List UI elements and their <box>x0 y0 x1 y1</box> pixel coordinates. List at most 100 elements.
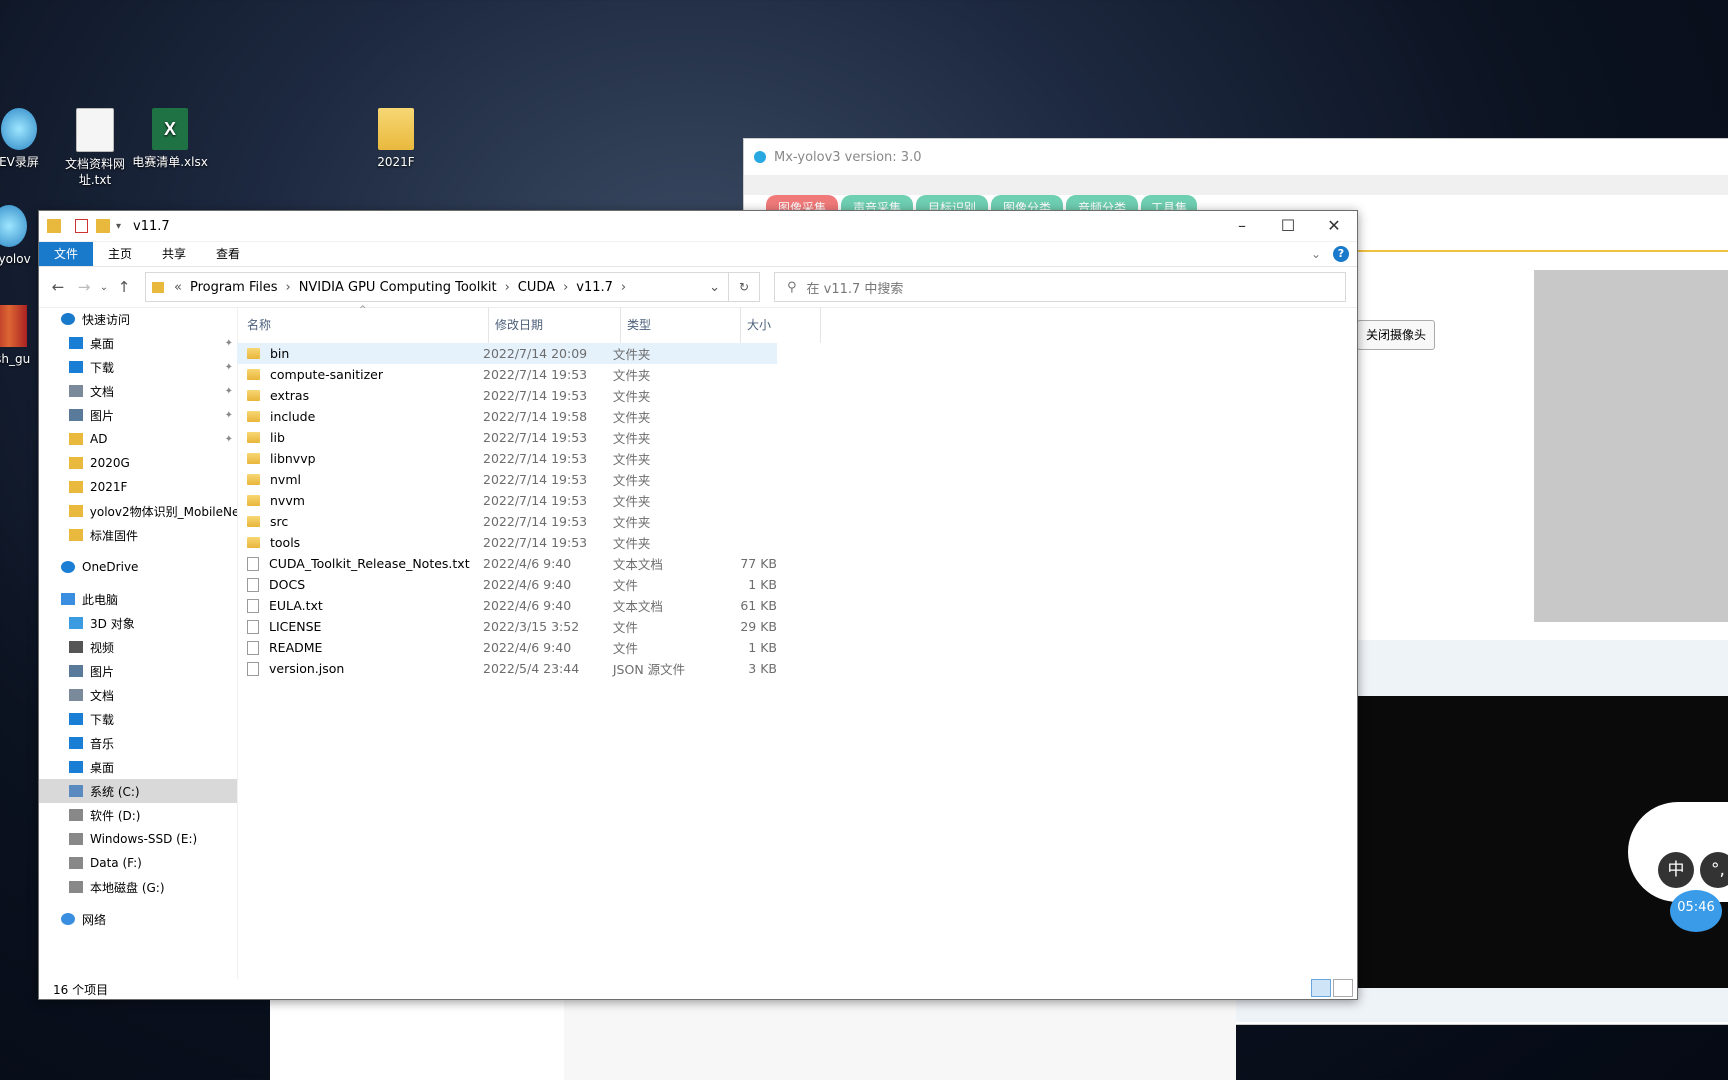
file-row[interactable]: lib 2022/7/14 19:53 文件夹 <box>237 427 777 448</box>
close-camera-button[interactable]: 关闭摄像头 <box>1357 320 1435 350</box>
desktop-icon-folder-2021f[interactable]: 2021F <box>357 108 435 170</box>
column-type[interactable]: 类型 <box>621 307 741 343</box>
nav-item-label: 图片 <box>90 664 115 679</box>
ime-punct-button[interactable]: °, <box>1700 852 1728 888</box>
quick-access-dropdown-icon[interactable]: ▾ <box>116 221 121 232</box>
nav-item[interactable]: 桌面 ✦ <box>39 331 237 355</box>
nav-item[interactable]: Windows-SSD (E:) <box>39 827 237 851</box>
nav-item[interactable]: 图片 <box>39 659 237 683</box>
nav-item[interactable]: 标准固件 <box>39 523 237 547</box>
app-logo-icon <box>754 151 766 163</box>
desktop-icon-txt[interactable]: 文档资料网址.txt <box>56 108 134 188</box>
expand-ribbon-icon[interactable]: ⌄ <box>1311 247 1321 261</box>
file-row[interactable]: bin 2022/7/14 20:09 文件夹 <box>237 343 777 364</box>
file-icon <box>247 598 259 613</box>
file-row[interactable]: CUDA_Toolkit_Release_Notes.txt 2022/4/6 9… <box>237 553 777 574</box>
file-date: 2022/3/15 3:52 <box>483 619 580 634</box>
nav-item[interactable]: AD ✦ <box>39 427 237 451</box>
breadcrumb-cuda[interactable]: CUDA <box>518 280 555 295</box>
overflow-icon[interactable]: « <box>174 280 182 295</box>
search-box[interactable]: ⚲ 在 v11.7 中搜索 <box>774 272 1346 302</box>
file-row[interactable]: nvvm 2022/7/14 19:53 文件夹 <box>237 490 777 511</box>
chevron-right-icon[interactable]: › <box>285 280 290 295</box>
file-explorer-window: ▾ v11.7 – ☐ ✕ 文件 主页 共享 查看 ⌄ ? ← → ⌄ ↑ « … <box>38 210 1358 1000</box>
chevron-right-icon[interactable]: › <box>505 280 510 295</box>
address-dropdown-icon[interactable]: ⌄ <box>709 280 720 295</box>
new-folder-icon[interactable] <box>96 219 110 233</box>
sort-ascending-icon: ^ <box>359 305 367 315</box>
file-row[interactable]: libnvvp 2022/7/14 19:53 文件夹 <box>237 448 777 469</box>
properties-icon[interactable] <box>75 219 88 233</box>
search-placeholder: 在 v11.7 中搜索 <box>806 281 904 297</box>
breadcrumb-program-files[interactable]: Program Files <box>190 280 278 295</box>
chevron-right-icon[interactable]: › <box>563 280 568 295</box>
help-icon[interactable]: ? <box>1333 246 1349 262</box>
nav-item[interactable]: 网络 <box>39 907 237 931</box>
up-arrow-icon[interactable]: ↑ <box>111 278 137 296</box>
nav-item[interactable]: 2021F <box>39 475 237 499</box>
details-view-icon[interactable] <box>1311 979 1331 997</box>
tab-file[interactable]: 文件 <box>39 242 94 266</box>
nav-item[interactable]: 音乐 <box>39 731 237 755</box>
file-row[interactable]: README 2022/4/6 9:40 文件 1 KB <box>237 637 777 658</box>
nav-item[interactable]: 文档 ✦ <box>39 379 237 403</box>
large-icons-view-icon[interactable] <box>1333 979 1353 997</box>
tab-view[interactable]: 查看 <box>201 242 255 266</box>
folder-icon <box>69 457 83 469</box>
column-date[interactable]: 修改日期 <box>489 307 621 343</box>
desktop-icon-xlsx[interactable]: X 电赛清单.xlsx <box>131 108 209 170</box>
nav-item[interactable]: 系统 (C:) <box>39 779 237 803</box>
file-icon <box>247 556 259 571</box>
recent-locations-icon[interactable]: ⌄ <box>97 282 111 293</box>
nav-item[interactable]: 快速访问 <box>39 307 237 331</box>
column-size[interactable]: 大小 <box>741 307 821 343</box>
nav-item[interactable]: 视频 <box>39 635 237 659</box>
file-name-cell: libnvvp <box>237 451 476 466</box>
file-row[interactable]: include 2022/7/14 19:58 文件夹 <box>237 406 777 427</box>
nav-item[interactable]: 文档 <box>39 683 237 707</box>
chevron-right-icon[interactable]: › <box>621 280 626 295</box>
nav-item[interactable]: yolov2物体识别_MobileNe <box>39 499 237 523</box>
file-type: 文件 <box>612 578 638 593</box>
file-row[interactable]: tools 2022/7/14 19:53 文件夹 <box>237 532 777 553</box>
breadcrumb-v117[interactable]: v11.7 <box>576 280 613 295</box>
file-row[interactable]: LICENSE 2022/3/15 3:52 文件 29 KB <box>237 616 777 637</box>
tab-share[interactable]: 共享 <box>147 242 201 266</box>
nav-item[interactable]: 图片 ✦ <box>39 403 237 427</box>
nav-item[interactable]: 此电脑 <box>39 587 237 611</box>
tab-home[interactable]: 主页 <box>93 242 147 266</box>
nav-item[interactable]: 桌面 <box>39 755 237 779</box>
ime-lang-button[interactable]: 中 <box>1658 852 1694 888</box>
file-row[interactable]: DOCS 2022/4/6 9:40 文件 1 KB <box>237 574 777 595</box>
breadcrumb-nvidia[interactable]: NVIDIA GPU Computing Toolkit <box>299 280 497 295</box>
file-row[interactable]: compute-sanitizer 2022/7/14 19:53 文件夹 <box>237 364 777 385</box>
minimize-button[interactable]: – <box>1219 211 1265 241</box>
desktop-icon-ev[interactable]: EV录屏 <box>0 108 58 170</box>
nav-item[interactable]: 2020G <box>39 451 237 475</box>
nav-item[interactable]: OneDrive <box>39 555 237 579</box>
nav-item[interactable]: 软件 (D:) <box>39 803 237 827</box>
nav-item[interactable]: Data (F:) <box>39 851 237 875</box>
file-row[interactable]: extras 2022/7/14 19:53 文件夹 <box>237 385 777 406</box>
nav-item[interactable]: 下载 <box>39 707 237 731</box>
nav-item[interactable]: 3D 对象 <box>39 611 237 635</box>
refresh-button[interactable]: ↻ <box>729 272 760 302</box>
nav-item[interactable]: 下载 ✦ <box>39 355 237 379</box>
nav-item-label: 图片 <box>90 408 115 423</box>
file-row[interactable]: EULA.txt 2022/4/6 9:40 文本文档 61 KB <box>237 595 777 616</box>
address-bar[interactable]: « Program Files › NVIDIA GPU Computing To… <box>145 272 729 302</box>
file-row[interactable]: nvml 2022/7/14 19:53 文件夹 <box>237 469 777 490</box>
pin-icon: ✦ <box>224 361 233 373</box>
file-row[interactable]: version.json 2022/5/4 23:44 JSON 源文件 3 KB <box>237 658 777 679</box>
file-icon <box>247 640 259 655</box>
back-arrow-icon[interactable]: ← <box>45 278 71 296</box>
folder-icon <box>247 474 260 485</box>
forward-arrow-icon[interactable]: → <box>71 278 97 296</box>
star-icon <box>61 313 75 325</box>
maximize-button[interactable]: ☐ <box>1265 211 1311 241</box>
nav-item[interactable]: 本地磁盘 (G:) <box>39 875 237 899</box>
file-type: 文件夹 <box>612 368 651 383</box>
desktop-icon <box>69 761 83 773</box>
close-button[interactable]: ✕ <box>1311 211 1357 241</box>
file-row[interactable]: src 2022/7/14 19:53 文件夹 <box>237 511 777 532</box>
